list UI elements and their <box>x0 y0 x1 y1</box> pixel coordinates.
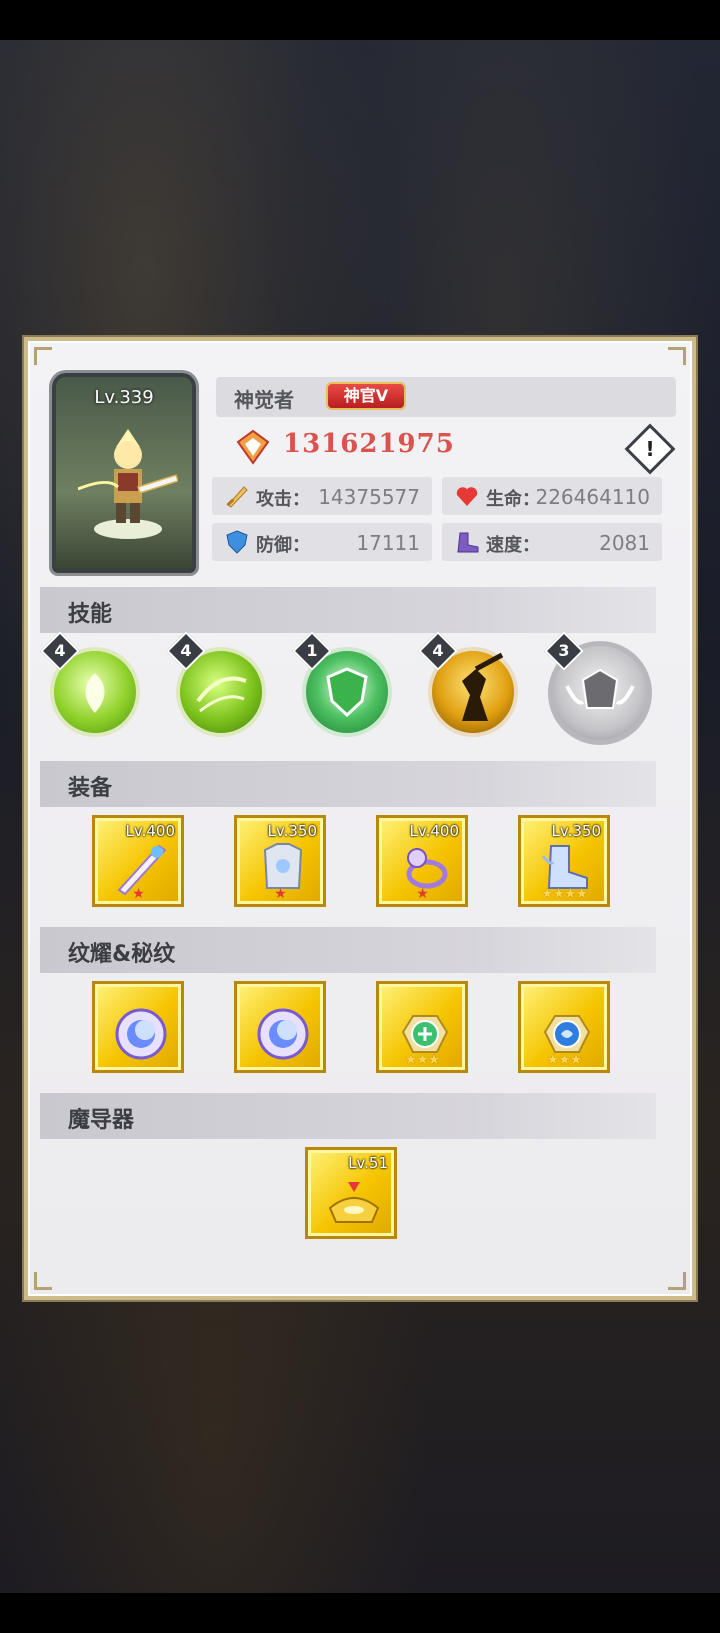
heart-icon <box>456 487 478 506</box>
hero-level: Lv.339 <box>94 387 154 408</box>
item-stars: ★ <box>132 886 145 902</box>
hero-name-bar: 神觉者 神官V <box>216 377 676 417</box>
item-level: Lv.400 <box>125 822 175 840</box>
section-skills: 技能 <box>40 587 656 633</box>
section-runes: 纹耀&秘纹 <box>40 927 656 973</box>
item-stars: ★★★★ <box>540 886 588 902</box>
item-stars: ★★★ <box>546 1052 583 1068</box>
shield-icon <box>226 530 248 554</box>
equipment-slot-3[interactable]: Lv.400 ★ <box>376 815 468 907</box>
section-title: 魔导器 <box>68 1108 135 1133</box>
hero-name: 神觉者 <box>234 388 294 412</box>
rune-slot-4[interactable]: ★★★ <box>518 981 610 1073</box>
section-artifact: 魔导器 <box>40 1093 656 1139</box>
golden-crown-artifact-icon <box>328 1182 380 1223</box>
rune-slot-1[interactable] <box>92 981 184 1073</box>
stat-value: 2081 <box>599 531 650 555</box>
stat-label: 速度： <box>486 535 540 556</box>
stat-speed: 速度： 2081 <box>442 523 662 561</box>
equipment-slot-1[interactable]: Lv.400 ★ <box>92 815 184 907</box>
bottom-system-bar <box>0 1593 720 1633</box>
rune-slot-2[interactable] <box>234 981 326 1073</box>
sword-icon <box>226 486 248 508</box>
exclamation-icon: ! <box>645 437 655 461</box>
corner-ornament <box>34 1272 52 1290</box>
hero-info-panel: Lv.339 神觉者 神官V 131621975 ! 攻击： 14375577 … <box>24 337 696 1300</box>
rank-badge: 神官V <box>326 382 406 410</box>
stat-defense: 防御： 17111 <box>212 523 432 561</box>
combat-power-icon <box>236 429 270 465</box>
hero-portrait[interactable]: Lv.339 <box>52 373 196 573</box>
stat-value: 226464110 <box>535 485 650 509</box>
rune-slot-3[interactable]: ★★★ <box>376 981 468 1073</box>
item-stars: ★ <box>416 886 429 902</box>
item-level: Lv.350 <box>267 822 317 840</box>
boot-icon <box>457 532 479 553</box>
corner-ornament <box>668 1272 686 1290</box>
item-stars: ★★★ <box>404 1052 441 1068</box>
stat-hp: 生命： 226464110 <box>442 477 662 515</box>
item-stars: ★ <box>274 886 287 902</box>
item-level: Lv.350 <box>551 822 601 840</box>
stat-label: 防御： <box>256 535 310 556</box>
stat-label: 生命： <box>486 489 540 510</box>
stat-value: 17111 <box>356 531 420 555</box>
item-level: Lv.51 <box>348 1154 388 1172</box>
equipment-slot-2[interactable]: Lv.350 ★ <box>234 815 326 907</box>
section-title: 技能 <box>68 602 113 627</box>
section-title: 装备 <box>68 776 113 801</box>
stat-attack: 攻击： 14375577 <box>212 477 432 515</box>
info-alert-button[interactable]: ! <box>624 423 676 475</box>
corner-ornament <box>668 347 686 365</box>
section-title: 纹耀&秘纹 <box>68 942 176 967</box>
stat-label: 攻击： <box>256 489 310 510</box>
combat-power-value: 131621975 <box>283 429 455 459</box>
moon-sun-emblem-icon <box>257 1008 309 1060</box>
corner-ornament <box>34 347 52 365</box>
artifact-slot[interactable]: Lv.51 <box>305 1147 397 1239</box>
item-level: Lv.400 <box>409 822 459 840</box>
section-equipment: 装备 <box>40 761 656 807</box>
moon-sun-emblem-icon <box>115 1008 167 1060</box>
equipment-slot-4[interactable]: Lv.350 ★★★★ <box>518 815 610 907</box>
hero-sprite <box>78 429 178 539</box>
stat-value: 14375577 <box>318 485 420 509</box>
